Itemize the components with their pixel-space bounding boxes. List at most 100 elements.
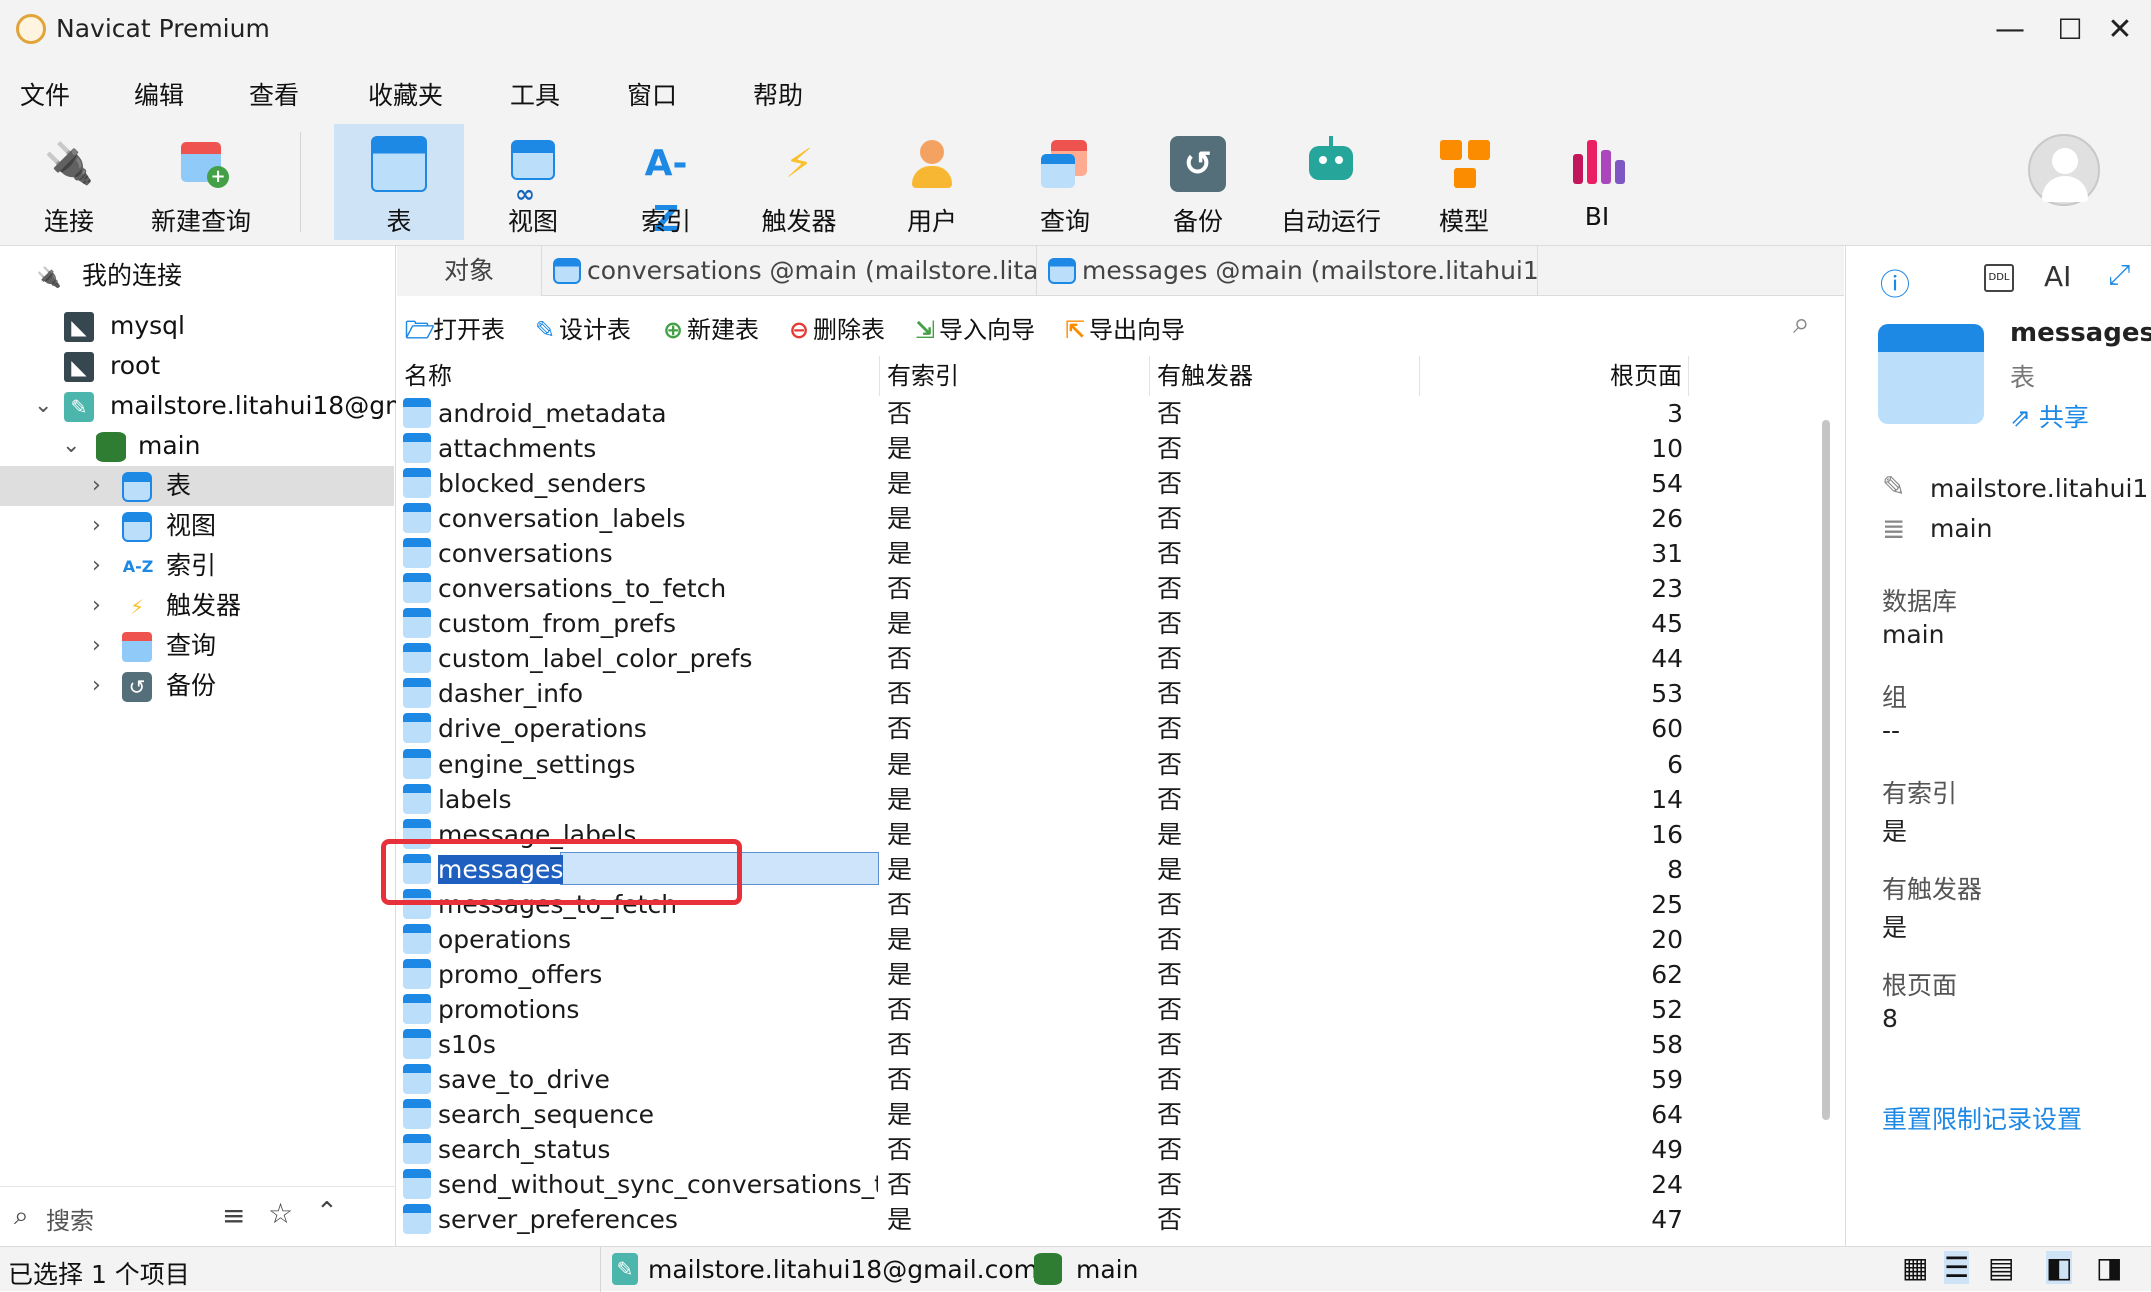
tree-item-mailstore[interactable]: ⌄ ✎ mailstore.litahui18@gma: [0, 386, 396, 426]
chevron-right-icon[interactable]: ›: [92, 666, 112, 706]
tree-search-input[interactable]: 搜索: [46, 1201, 94, 1236]
table-row[interactable]: conversations_to_fetch 否 否 23: [400, 571, 1820, 606]
grid-scrollbar[interactable]: [1822, 420, 1830, 1120]
menu-tools[interactable]: 工具: [510, 76, 560, 112]
share-button[interactable]: ⇗ 共享: [2010, 398, 2089, 434]
bi-button[interactable]: BI: [1532, 124, 1662, 240]
column-header-trigger[interactable]: 有触发器: [1151, 356, 1420, 396]
column-header-root-page[interactable]: 根页面: [1421, 356, 1689, 396]
table-row[interactable]: server_preferences 是 否 47: [400, 1202, 1820, 1237]
share-icon: ⇗: [2010, 403, 2039, 432]
reset-limit-link[interactable]: 重置限制记录设置: [1882, 1100, 2082, 1136]
tab-messages[interactable]: messages @main (mailstore.litahui18...: [1038, 246, 1538, 296]
table-row[interactable]: drive_operations 否 否 60: [400, 711, 1820, 746]
chevron-right-icon[interactable]: ›: [92, 546, 112, 586]
table-row[interactable]: promo_offers 是 否 62: [400, 957, 1820, 992]
detail-view-icon[interactable]: ▤: [1988, 1251, 2014, 1284]
open-table-button[interactable]: 🗁打开表: [405, 310, 505, 354]
menu-help[interactable]: 帮助: [753, 76, 803, 112]
table-button[interactable]: 表: [334, 124, 464, 240]
design-table-button[interactable]: ✎ 设计表: [531, 310, 631, 345]
index-button[interactable]: A-Z 索引: [601, 124, 731, 240]
tree-item-main[interactable]: ⌄ main: [0, 426, 396, 466]
query-button[interactable]: 查询: [1000, 124, 1130, 240]
expand-icon[interactable]: ⤢: [2108, 258, 2130, 292]
close-button[interactable]: ✕: [2090, 8, 2150, 52]
menu-favorites[interactable]: 收藏夹: [368, 76, 443, 112]
chevron-right-icon[interactable]: ›: [92, 626, 112, 666]
table-row[interactable]: blocked_senders 是 否 54: [400, 466, 1820, 501]
chevron-down-icon[interactable]: ⌄: [34, 386, 54, 426]
table-row[interactable]: search_sequence 是 否 64: [400, 1097, 1820, 1132]
table-row[interactable]: operations 是 否 20: [400, 922, 1820, 957]
menu-view[interactable]: 查看: [249, 76, 299, 112]
delete-table-button[interactable]: ⊖ 删除表: [785, 310, 885, 345]
cell-indexed: 否: [887, 1167, 1147, 1202]
export-wizard-button[interactable]: ⇱ 导出向导: [1061, 310, 1185, 345]
user-button[interactable]: 用户: [867, 124, 997, 240]
backup-button[interactable]: ↺ 备份: [1133, 124, 1263, 240]
cell-root-page-text: 10: [1651, 434, 1683, 463]
tree-item-tables[interactable]: › 表: [0, 466, 394, 506]
table-row[interactable]: dasher_info 否 否 53: [400, 676, 1820, 711]
tree-item-views[interactable]: › 视图: [0, 506, 396, 546]
list-view-icon[interactable]: ☰: [1944, 1251, 1970, 1284]
filter-icon[interactable]: ≡: [222, 1199, 245, 1232]
collapse-icon[interactable]: ⌃: [316, 1197, 338, 1227]
tree-item-backups[interactable]: › ↺ 备份: [0, 666, 396, 706]
connect-button[interactable]: 🔌 连接: [4, 124, 134, 240]
new-query-button[interactable]: + 新建查询: [136, 124, 266, 240]
toggle-right-panel-icon[interactable]: ◨: [2096, 1251, 2122, 1284]
new-table-button[interactable]: ⊕ 新建表: [659, 310, 759, 345]
toggle-left-panel-icon[interactable]: ◧: [2046, 1251, 2073, 1284]
ddl-icon[interactable]: DDL: [1984, 264, 2014, 292]
minimize-button[interactable]: —: [1980, 8, 2040, 52]
grid-view-icon[interactable]: ▦: [1902, 1251, 1928, 1284]
column-header-name[interactable]: 名称: [400, 356, 880, 396]
trigger-button[interactable]: ⚡ 触发器: [734, 124, 864, 240]
table-row[interactable]: android_metadata 否 否 3: [400, 396, 1820, 431]
menu-file[interactable]: 文件: [20, 76, 70, 112]
model-button[interactable]: 模型: [1399, 124, 1529, 240]
tree-item-triggers[interactable]: › ⚡ 触发器: [0, 586, 396, 626]
import-wizard-button[interactable]: ⇲ 导入向导: [911, 310, 1035, 345]
table-row[interactable]: labels 是 否 14: [400, 782, 1820, 817]
tree-item-indexes[interactable]: › A-Z 索引: [0, 546, 396, 586]
table-row[interactable]: send_without_sync_conversations_to... 否 否 2…: [400, 1167, 1820, 1202]
tab-objects[interactable]: 对象: [397, 246, 542, 296]
tab-conversations[interactable]: conversations @main (mailstore.litah...: [543, 246, 1037, 296]
table-row[interactable]: s10s 否 否 58: [400, 1027, 1820, 1062]
tree-item-queries[interactable]: › 查询: [0, 626, 396, 666]
table-row[interactable]: custom_label_color_prefs 否 否 44: [400, 641, 1820, 676]
chevron-right-icon[interactable]: ›: [92, 586, 112, 626]
table-row[interactable]: search_status 否 否 49: [400, 1132, 1820, 1167]
automation-button[interactable]: 自动运行: [1266, 124, 1396, 240]
column-header-indexed[interactable]: 有索引: [881, 356, 1150, 396]
view-button[interactable]: ∞ 视图: [468, 124, 598, 240]
status-selection: 已选择 1 个项目: [8, 1260, 190, 1289]
status-database: main: [1076, 1255, 1139, 1284]
table-row[interactable]: engine_settings 是 否 6: [400, 747, 1820, 782]
ai-icon[interactable]: AI: [2044, 260, 2071, 293]
star-icon[interactable]: ☆: [268, 1197, 293, 1230]
tree-item-mysql[interactable]: ◣ mysql: [0, 306, 396, 346]
user-avatar[interactable]: [2028, 134, 2100, 206]
info-icon[interactable]: ⓘ: [1880, 260, 1910, 304]
chevron-right-icon[interactable]: ›: [92, 506, 112, 546]
table-row[interactable]: save_to_drive 否 否 59: [400, 1062, 1820, 1097]
table-row[interactable]: custom_from_prefs 是 否 45: [400, 606, 1820, 641]
table-row[interactable]: attachments 是 否 10: [400, 431, 1820, 466]
chevron-right-icon[interactable]: ›: [92, 466, 112, 506]
cell-root-page-text: 24: [1651, 1170, 1683, 1199]
table-row[interactable]: promotions 否 否 52: [400, 992, 1820, 1027]
table-icon: [371, 136, 427, 192]
tree-item-root[interactable]: ◣ root: [0, 346, 396, 386]
table-row[interactable]: conversations 是 否 31: [400, 536, 1820, 571]
menu-window[interactable]: 窗口: [627, 76, 677, 112]
menu-edit[interactable]: 编辑: [134, 76, 184, 112]
table-row[interactable]: conversation_labels 是 否 26: [400, 501, 1820, 536]
chevron-down-icon[interactable]: ⌄: [62, 426, 82, 466]
search-icon[interactable]: ⌕: [1793, 306, 1810, 341]
cell-name: drive_operations: [438, 711, 878, 746]
cell-trigger-text: 否: [1157, 995, 1183, 1024]
